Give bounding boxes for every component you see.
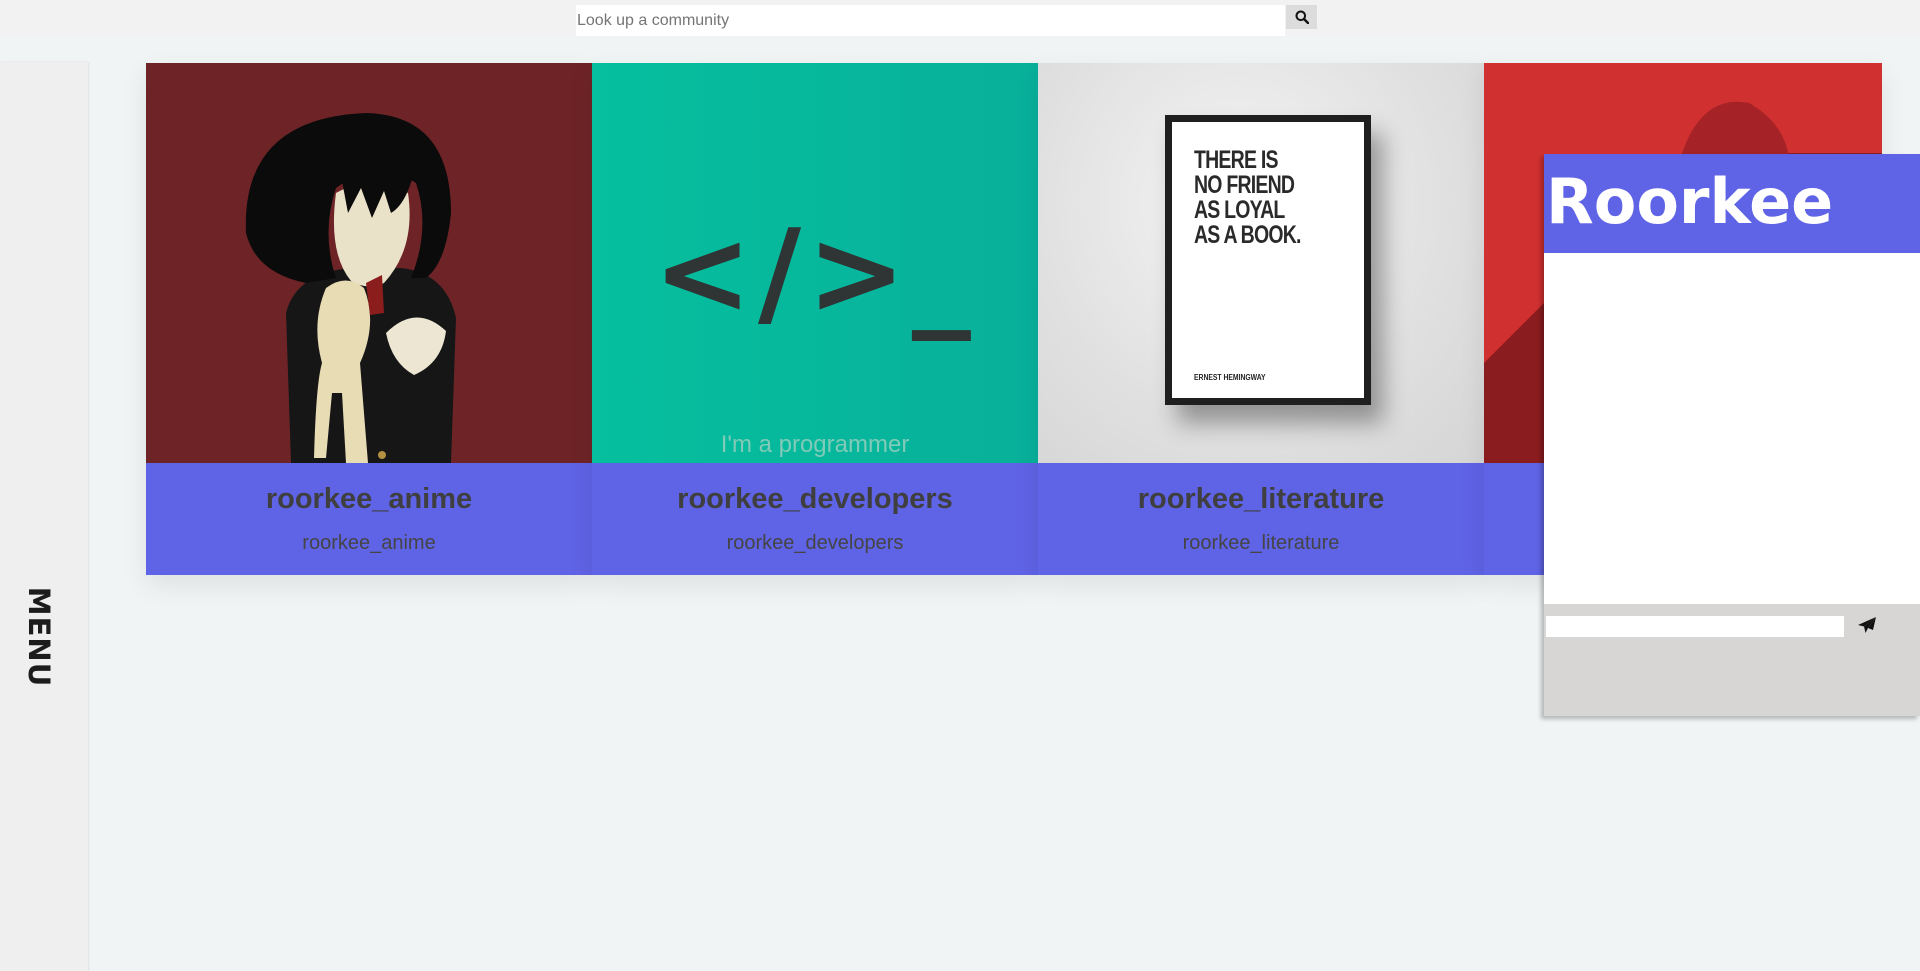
- image-caption: I'm a programmer: [720, 431, 910, 458]
- chat-messages: [1544, 253, 1920, 603]
- top-search-bar: [0, 0, 1920, 36]
- community-card-literature[interactable]: THERE IS NO FRIEND AS LOYAL AS A BOOK. E…: [1038, 63, 1484, 575]
- search-button[interactable]: [1286, 5, 1317, 29]
- book-quote-poster: THERE IS NO FRIEND AS LOYAL AS A BOOK. E…: [1165, 115, 1371, 405]
- chat-title: Roorkee: [1546, 165, 1834, 238]
- side-menu-toggle[interactable]: MENU: [0, 62, 88, 971]
- code-glyph: </>_: [653, 203, 977, 341]
- poster-author: ERNEST HEMINGWAY: [1194, 373, 1266, 382]
- card-subtitle: roorkee_anime: [302, 532, 436, 554]
- search-icon: [1295, 10, 1309, 24]
- chat-footer: [1544, 604, 1920, 716]
- anime-girl-illustration: [245, 113, 456, 463]
- card-footer: roorkee_developers roorkee_developers: [592, 463, 1038, 575]
- chat-panel: Roorkee: [1544, 154, 1920, 716]
- community-card-developers[interactable]: </>_ I'm a programmer roorkee_developers…: [592, 63, 1038, 575]
- search-input[interactable]: [576, 5, 1285, 36]
- card-footer: roorkee_literature roorkee_literature: [1038, 463, 1484, 575]
- card-image-developers: </>_ I'm a programmer: [592, 63, 1038, 463]
- community-card-anime[interactable]: roorkee_anime roorkee_anime: [146, 63, 592, 575]
- chat-header: Roorkee: [1544, 154, 1920, 253]
- card-image-literature: THERE IS NO FRIEND AS LOYAL AS A BOOK. E…: [1038, 63, 1484, 463]
- menu-label: MENU: [22, 586, 56, 688]
- card-title: roorkee_literature: [1137, 483, 1385, 515]
- send-icon: [1858, 617, 1876, 633]
- chat-message-input[interactable]: [1546, 616, 1844, 637]
- card-footer: roorkee_anime roorkee_anime: [146, 463, 592, 575]
- poster-quote: THERE IS NO FRIEND AS LOYAL AS A BOOK.: [1194, 146, 1301, 249]
- card-subtitle: roorkee_literature: [1182, 532, 1340, 554]
- send-button[interactable]: [1852, 612, 1882, 638]
- card-subtitle: roorkee_developers: [726, 532, 904, 554]
- card-image-anime: [146, 63, 592, 463]
- card-title: roorkee_developers: [677, 483, 953, 515]
- card-title: roorkee_anime: [265, 483, 473, 515]
